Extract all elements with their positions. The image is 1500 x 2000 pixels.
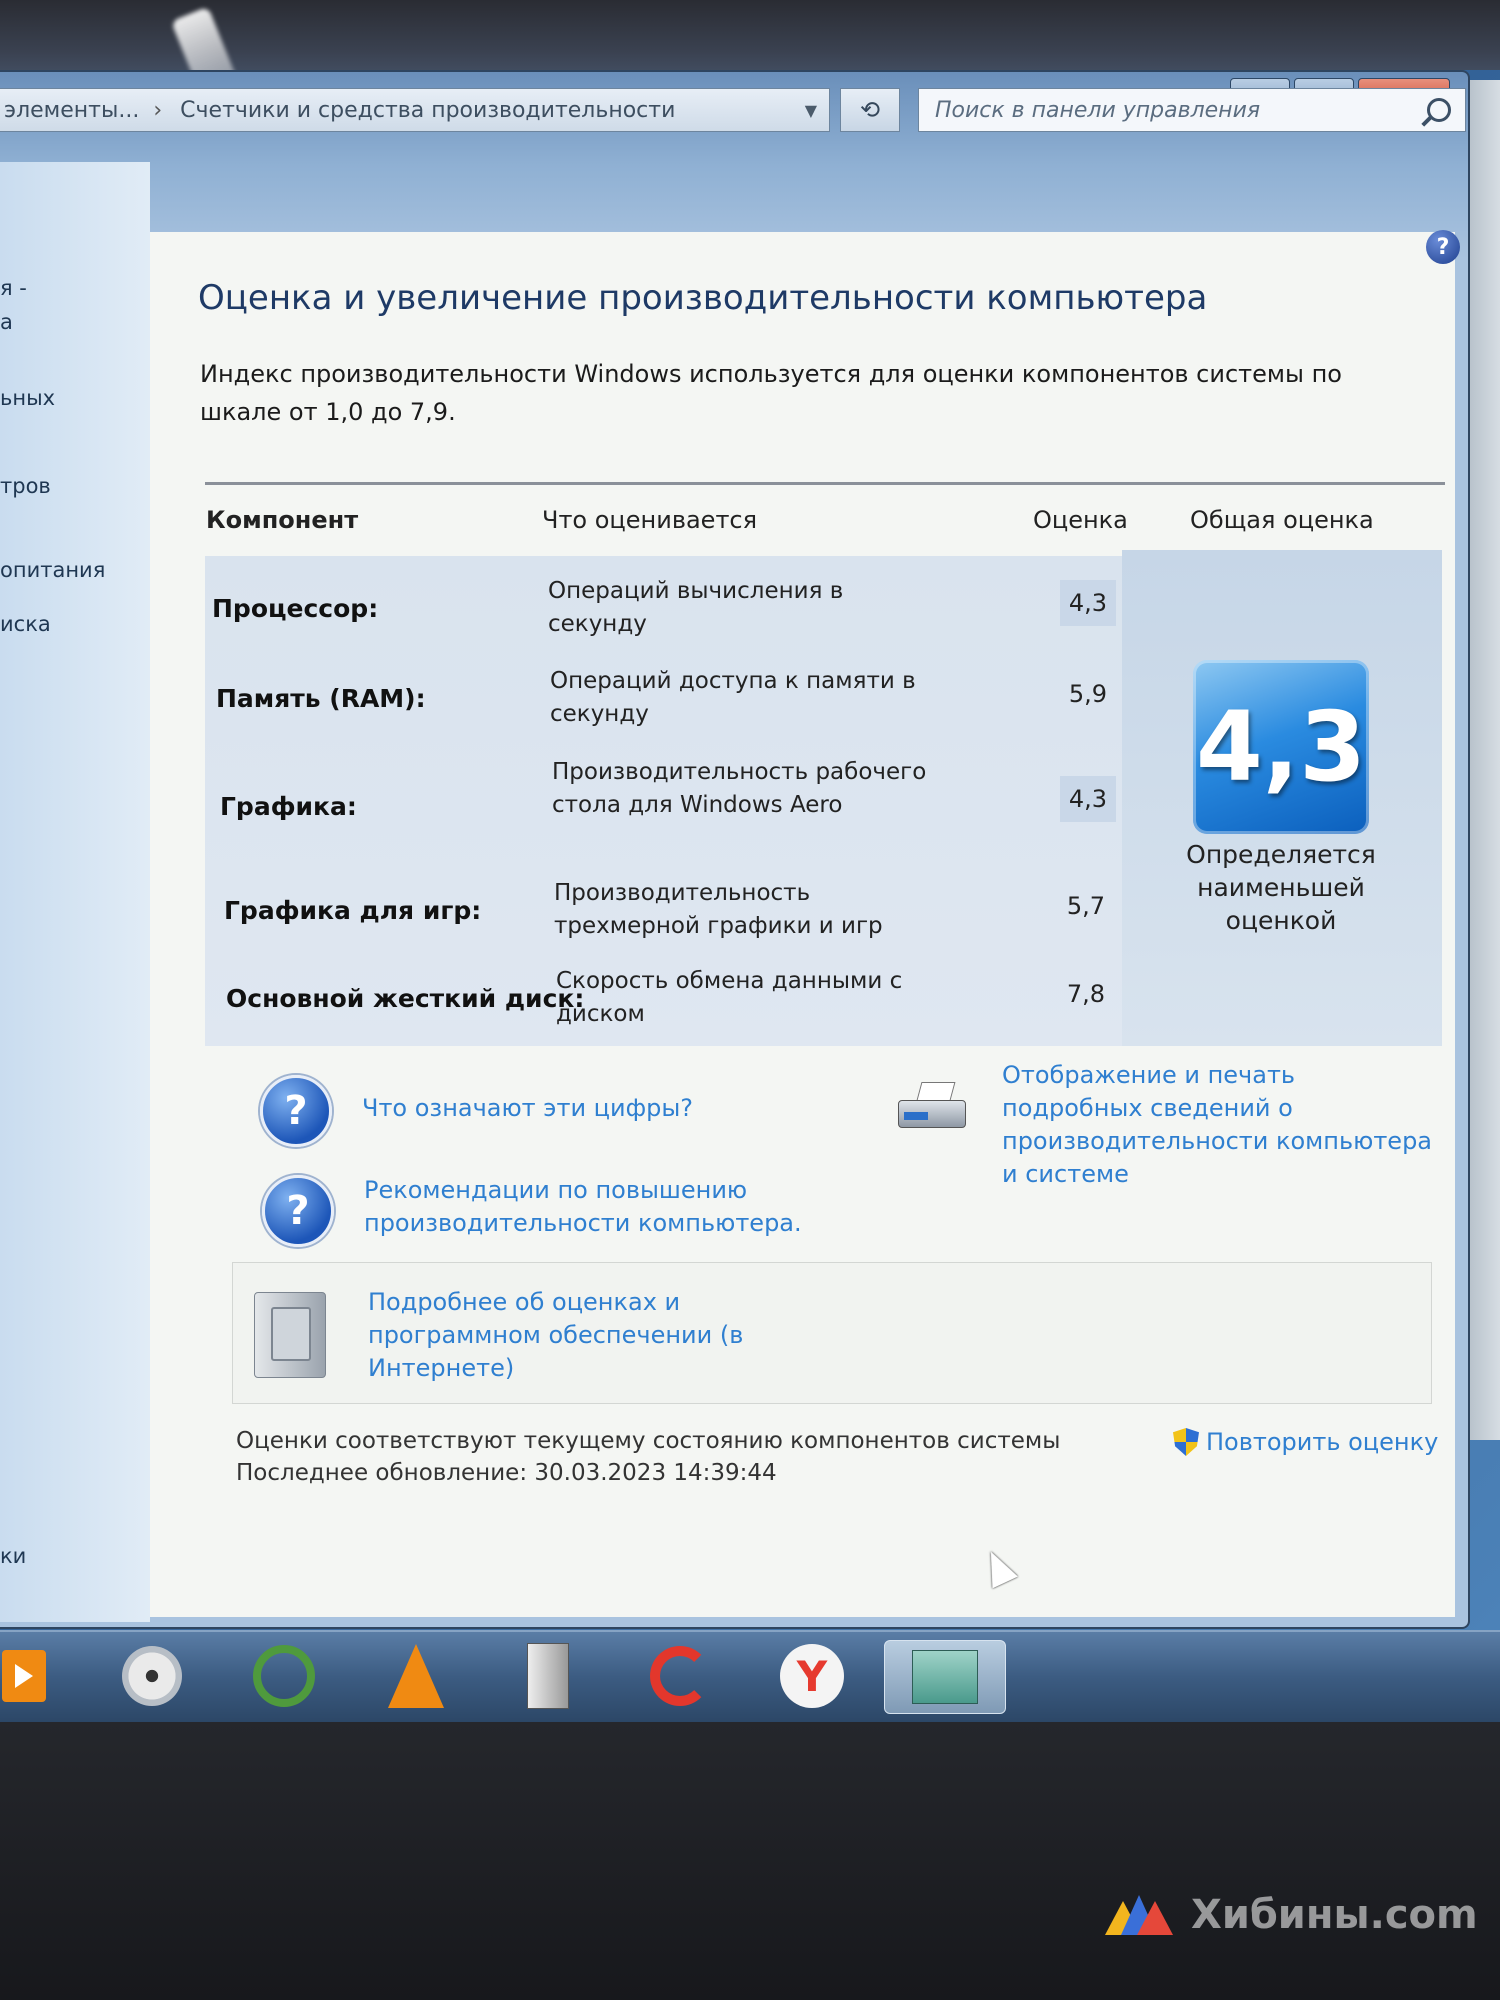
vlc-cone-icon: [388, 1644, 444, 1708]
component-score: 5,7: [1066, 892, 1106, 920]
divider: [205, 482, 1445, 485]
navigation-pane: я - а ьных тров опитания иска ки: [0, 162, 150, 1622]
background-window-edge: [1470, 80, 1500, 1440]
refresh-icon: ⟲: [859, 96, 881, 124]
online-info-link[interactable]: Подробнее об оценках и программном обесп…: [368, 1286, 768, 1385]
breadcrumb-current[interactable]: Счетчики и средства производительности: [176, 98, 675, 123]
address-bar[interactable]: элементы... › Счетчики и средства произв…: [0, 88, 830, 132]
help-icon[interactable]: ?: [1426, 230, 1460, 264]
component-description: Скорость обмена данными с диском: [556, 968, 903, 1027]
nav-item[interactable]: ки: [0, 1544, 26, 1568]
base-score-tile: 4,3: [1193, 660, 1369, 834]
refresh-button[interactable]: ⟲: [840, 88, 900, 132]
breadcrumb-parent[interactable]: элементы...: [0, 98, 139, 123]
component-label: Основной жесткий диск:: [226, 984, 585, 1013]
search-icon[interactable]: [1427, 98, 1451, 122]
intro-text: Индекс производительности Windows исполь…: [200, 360, 1342, 426]
computer-icon: [254, 1292, 326, 1378]
search-box[interactable]: [918, 88, 1466, 132]
component-label: Графика для игр:: [224, 896, 482, 925]
status-current: Оценки соответствуют текущему состоянию …: [236, 1428, 1061, 1454]
green-ring-icon: [253, 1645, 315, 1707]
component-score: 4,3: [1060, 580, 1116, 626]
taskbar-ccleaner[interactable]: [632, 1640, 728, 1712]
component-score: 4,3: [1060, 776, 1116, 822]
play-icon: [2, 1650, 46, 1702]
nav-item[interactable]: я -: [0, 276, 27, 300]
question-icon[interactable]: ?: [262, 1175, 334, 1247]
yandex-icon: Y: [780, 1644, 844, 1708]
computer-tower-icon: [527, 1643, 569, 1709]
watermark-text: Хибины.com: [1191, 1892, 1478, 1938]
print-details-link[interactable]: Отображение и печать подробных сведений …: [1002, 1059, 1442, 1191]
taskbar-media-player[interactable]: [0, 1640, 48, 1712]
page-title: Оценка и увеличение производительности к…: [198, 278, 1208, 318]
mountain-shape: [1137, 1901, 1173, 1935]
component-label: Графика:: [220, 792, 357, 821]
taskbar: [0, 1630, 1500, 1722]
watermark: Хибины.com: [1105, 1892, 1478, 1938]
what-numbers-link[interactable]: Что означают эти цифры?: [362, 1092, 693, 1125]
tips-link[interactable]: Рекомендации по повышению производительн…: [364, 1174, 804, 1240]
taskbar-computer[interactable]: [500, 1640, 596, 1712]
ccleaner-icon: [650, 1646, 710, 1706]
taskbar-performance-tool[interactable]: [884, 1640, 1006, 1714]
nav-item[interactable]: опитания: [0, 558, 105, 582]
component-label: Процессор:: [212, 594, 379, 623]
nav-item[interactable]: ьных: [0, 386, 55, 410]
rerun-assessment-link[interactable]: Повторить оценку: [1206, 1426, 1438, 1459]
component-description: Операций доступа к памяти в секунду: [550, 668, 916, 727]
component-description: Производительность рабочего стола для Wi…: [552, 759, 927, 818]
column-header-what: Что оценивается: [542, 506, 758, 534]
nav-item[interactable]: а: [0, 310, 13, 334]
nav-item[interactable]: иска: [0, 612, 51, 636]
component-score: 7,8: [1066, 980, 1106, 1008]
search-input[interactable]: [933, 96, 1427, 124]
column-header-overall: Общая оценка: [1190, 506, 1374, 534]
monitor-bezel-bottom: [0, 1722, 1500, 2000]
printer-icon[interactable]: [898, 1082, 968, 1132]
taskbar-yandex-browser[interactable]: Y: [764, 1640, 860, 1712]
component-label: Память (RAM):: [216, 684, 426, 713]
disc-icon: [122, 1646, 182, 1706]
taskbar-vlc[interactable]: [368, 1640, 464, 1712]
base-score-caption: Определяется наименьшей оценкой: [1186, 840, 1376, 935]
component-description: Операций вычисления в секунду: [548, 578, 844, 637]
column-header-component: Компонент: [206, 506, 359, 534]
performance-icon: [912, 1650, 978, 1704]
taskbar-dvd[interactable]: [104, 1640, 200, 1712]
component-description: Производительность трехмерной графики и …: [554, 880, 883, 939]
status-last-update: Последнее обновление: 30.03.2023 14:39:4…: [236, 1460, 777, 1486]
printer-tray: [904, 1112, 928, 1120]
question-icon[interactable]: ?: [260, 1075, 332, 1147]
nav-item[interactable]: тров: [0, 474, 51, 498]
taskbar-green-app[interactable]: [236, 1640, 332, 1712]
column-header-score: Оценка: [1033, 506, 1128, 534]
chevron-right-icon: ›: [153, 97, 163, 123]
chevron-down-icon[interactable]: ▼: [805, 101, 817, 120]
mountains-logo-icon: [1105, 1895, 1173, 1935]
component-score: 5,9: [1068, 680, 1108, 708]
